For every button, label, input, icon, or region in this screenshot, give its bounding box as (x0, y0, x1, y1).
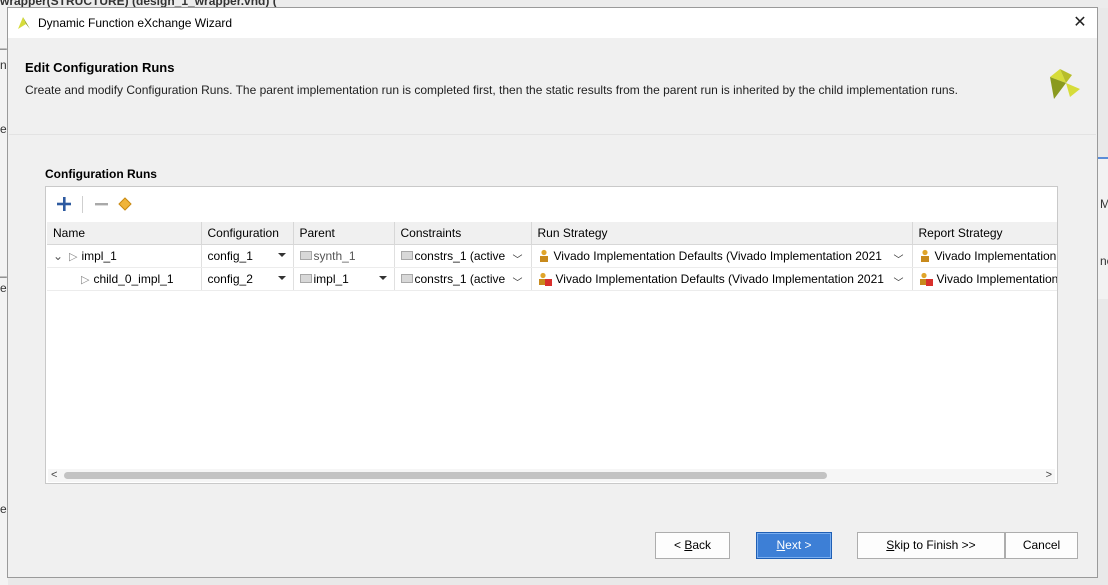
configuration-dropdown[interactable]: config_1 (201, 244, 294, 268)
background-fragment: _ (0, 36, 7, 50)
skip-button-label: kip to Finish >> (894, 538, 976, 552)
folder-icon (400, 251, 413, 260)
next-button[interactable]: Next > (756, 532, 832, 559)
configuration-dropdown[interactable]: config_2 (201, 267, 294, 291)
run-status-icon: ▷ (69, 250, 78, 263)
strategy-person-warning-icon (538, 272, 552, 286)
dialog-title: Dynamic Function eXchange Wizard (38, 16, 233, 30)
configuration-value: config_1 (207, 249, 253, 263)
chevron-down-icon: ﹀ (512, 278, 523, 289)
column-header-run-strategy[interactable]: Run Strategy (531, 222, 913, 245)
constraints-dropdown[interactable]: constrs_1 (active ﹀ (394, 267, 532, 291)
chevron-down-icon: ﹀ (512, 255, 523, 266)
back-button[interactable]: < Back (655, 532, 730, 559)
dropdown-arrow-icon (378, 276, 387, 280)
vivado-logo-icon (1050, 69, 1080, 99)
scroll-right-arrow-icon[interactable]: > (1046, 469, 1052, 481)
table-row[interactable]: ⌄ ▷ impl_1 config_1 synth_1 constrs_1 (a… (47, 244, 1057, 268)
strategy-person-icon (539, 249, 548, 262)
report-strategy-value: Vivado Implementation (934, 249, 1057, 263)
run-strategy-value: Vivado Implementation Defaults (Vivado I… (555, 272, 884, 286)
back-button-label: ack (692, 538, 712, 552)
constraints-value: constrs_1 (active (414, 272, 506, 286)
column-header-report-strategy[interactable]: Report Strategy (912, 222, 1057, 245)
vivado-logo-icon (18, 17, 30, 29)
report-strategy-dropdown[interactable]: Vivado Implementation (912, 244, 1057, 268)
page-title: Edit Configuration Runs (25, 60, 175, 75)
back-button-prefix: < (673, 538, 685, 552)
background-fragment: _ (0, 264, 7, 278)
constraints-dropdown[interactable]: constrs_1 (active ﹀ (394, 244, 532, 268)
cancel-button-label: Cancel (1022, 538, 1061, 552)
background-fragment: M (1100, 197, 1108, 211)
parent-dropdown[interactable]: impl_1 (293, 267, 395, 291)
parent-value: synth_1 (313, 249, 356, 263)
title-bar: Dynamic Function eXchange Wizard ✕ (8, 8, 1097, 38)
column-header-parent[interactable]: Parent (293, 222, 395, 245)
horizontal-scrollbar[interactable]: < > (48, 469, 1055, 482)
constraints-value: constrs_1 (active (414, 249, 506, 263)
chevron-down-icon: ﹀ (893, 278, 904, 289)
configuration-runs-table: Name Configuration Parent Constraints Ru… (47, 222, 1057, 291)
cancel-button[interactable]: Cancel (1005, 532, 1078, 559)
page-description: Create and modify Configuration Runs. Th… (25, 83, 958, 97)
dfx-wizard-dialog: Dynamic Function eXchange Wizard ✕ Edit … (7, 7, 1098, 578)
table-header-row: Name Configuration Parent Constraints Ru… (47, 222, 1057, 245)
run-strategy-dropdown[interactable]: Vivado Implementation Defaults (Vivado I… (531, 244, 913, 268)
background-fragment: ne (1100, 254, 1108, 268)
column-header-constraints[interactable]: Constraints (394, 222, 532, 245)
table-row[interactable]: ▷ child_0_impl_1 config_2 impl_1 constrs… (47, 267, 1058, 291)
run-name: child_0_impl_1 (93, 272, 174, 286)
dropdown-arrow-icon (277, 276, 286, 280)
strategy-person-icon (920, 249, 929, 262)
run-strategy-dropdown[interactable]: Vivado Implementation Defaults (Vivado I… (531, 267, 913, 291)
run-status-icon: ▷ (81, 273, 90, 286)
configuration-value: config_2 (207, 272, 253, 286)
folder-icon (299, 274, 312, 283)
run-strategy-value: Vivado Implementation Defaults (Vivado I… (553, 249, 882, 263)
wizard-header: Edit Configuration Runs Create and modif… (9, 39, 1096, 135)
parent-value: impl_1 (313, 272, 349, 286)
next-button-label: ext > (785, 538, 812, 552)
strategy-person-warning-icon (919, 272, 933, 286)
next-button-mnemonic: N (776, 538, 786, 552)
column-header-configuration[interactable]: Configuration (201, 222, 294, 245)
scrollbar-thumb[interactable] (64, 472, 827, 479)
skip-to-finish-button[interactable]: Skip to Finish >> (857, 532, 1005, 559)
chevron-down-icon: ﹀ (893, 255, 904, 266)
scroll-left-arrow-icon[interactable]: < (51, 469, 57, 481)
dropdown-arrow-icon (277, 253, 286, 257)
configuration-runs-panel: Name Configuration Parent Constraints Ru… (45, 186, 1058, 484)
run-name: impl_1 (81, 249, 117, 263)
background-fragment: n (0, 58, 7, 72)
folder-icon (400, 274, 413, 283)
close-button[interactable]: ✕ (1071, 14, 1089, 32)
folder-icon (299, 251, 312, 260)
background-right-panel (1097, 157, 1108, 299)
table-viewport: Name Configuration Parent Constraints Ru… (46, 187, 1057, 467)
column-header-name[interactable]: Name (47, 222, 202, 245)
parent-cell: synth_1 (293, 244, 395, 268)
section-label: Configuration Runs (45, 167, 157, 181)
report-strategy-dropdown[interactable]: Vivado Implementation (912, 267, 1058, 291)
expand-chevron-icon[interactable]: ⌄ (53, 249, 65, 263)
report-strategy-value: Vivado Implementation (936, 272, 1058, 286)
